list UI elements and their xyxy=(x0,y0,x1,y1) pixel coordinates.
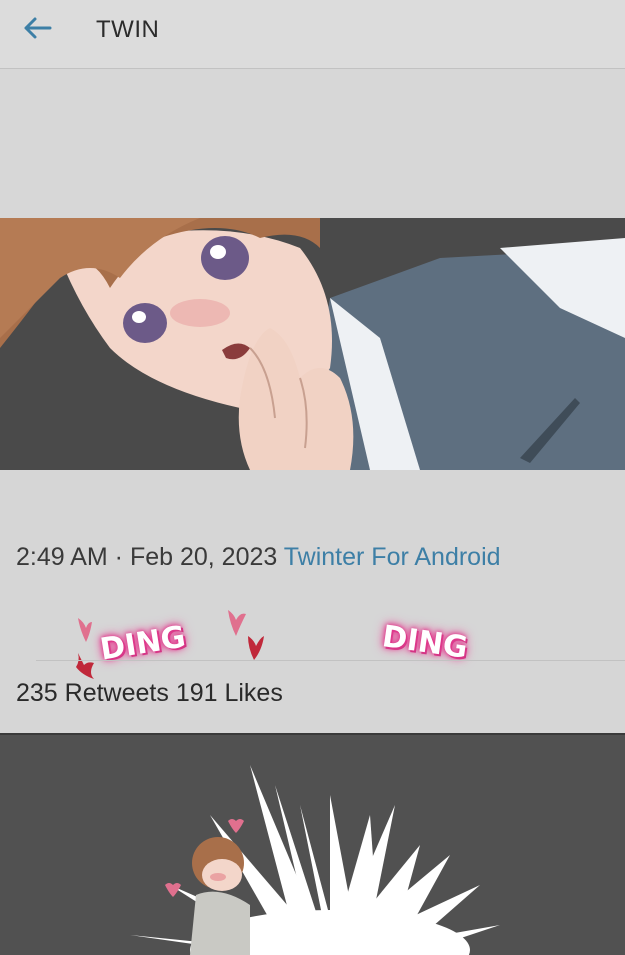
ding-sfx: DING xyxy=(379,619,470,666)
back-arrow-icon[interactable] xyxy=(22,14,56,44)
tweet-stats[interactable]: 235 Retweets 191 Likes xyxy=(16,679,283,708)
tweet-image[interactable] xyxy=(0,218,625,470)
tweet-source-link[interactable]: Twinter For Android xyxy=(284,543,501,571)
heart-icon xyxy=(78,618,92,642)
burst-illustration xyxy=(0,735,625,955)
heart-icon xyxy=(248,636,264,660)
tweet-timestamp-row: 2:49 AM · Feb 20, 2023 Twinter For Andro… xyxy=(16,543,501,572)
bottom-panel xyxy=(0,733,625,955)
illustration-art xyxy=(0,218,625,470)
top-bar: TWIN xyxy=(0,0,625,69)
tweet-time: 2:49 AM · Feb 20, 2023 xyxy=(16,543,278,571)
heart-icon xyxy=(76,653,94,679)
page-title: TWIN xyxy=(96,16,160,43)
blank-panel xyxy=(0,69,625,219)
divider xyxy=(36,660,625,661)
